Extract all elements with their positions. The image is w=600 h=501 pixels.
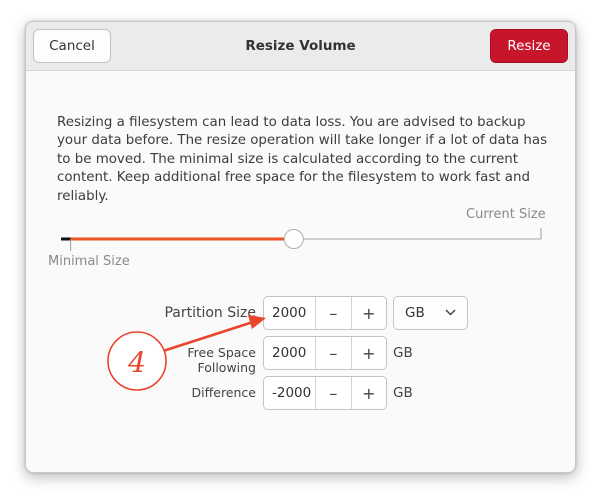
free-space-following-value[interactable]: 2000 bbox=[264, 337, 315, 369]
difference-value[interactable]: -2000 bbox=[264, 377, 315, 409]
slider-graphic bbox=[61, 228, 542, 251]
description-text: Resizing a filesystem can lead to data l… bbox=[57, 115, 548, 204]
minimal-size-label: Minimal Size bbox=[48, 254, 130, 269]
partition-size-increase-button[interactable]: + bbox=[350, 297, 386, 329]
size-slider[interactable] bbox=[59, 222, 542, 258]
free-space-following-unit: GB bbox=[393, 345, 413, 361]
chevron-down-icon bbox=[445, 309, 456, 316]
resize-button[interactable]: Resize bbox=[490, 29, 568, 63]
header-bar: Resize Volume Cancel Resize bbox=[26, 22, 575, 71]
unit-dropdown-value: GB bbox=[405, 305, 425, 321]
resize-volume-dialog: Resize Volume Cancel Resize Resizing a f… bbox=[25, 21, 576, 473]
partition-size-decrease-button[interactable]: – bbox=[315, 297, 350, 329]
free-space-following-increase-button[interactable]: + bbox=[350, 337, 386, 369]
free-space-following-decrease-button[interactable]: – bbox=[315, 337, 350, 369]
partition-size-spinbutton: 2000 – + bbox=[263, 296, 387, 330]
difference-unit: GB bbox=[393, 385, 413, 401]
current-size-label: Current Size bbox=[466, 207, 546, 222]
slider-handle[interactable] bbox=[283, 229, 304, 249]
difference-spinbutton: -2000 – + bbox=[263, 376, 387, 410]
difference-increase-button[interactable]: + bbox=[350, 377, 386, 409]
cancel-button[interactable]: Cancel bbox=[33, 29, 111, 63]
free-space-following-label: Free Space Following bbox=[187, 345, 256, 375]
partition-size-label: Partition Size bbox=[164, 305, 256, 321]
unit-dropdown[interactable]: GB bbox=[393, 296, 468, 330]
difference-decrease-button[interactable]: – bbox=[315, 377, 350, 409]
free-space-following-spinbutton: 2000 – + bbox=[263, 336, 387, 370]
partition-size-value[interactable]: 2000 bbox=[264, 297, 315, 329]
difference-label: Difference bbox=[191, 385, 256, 400]
